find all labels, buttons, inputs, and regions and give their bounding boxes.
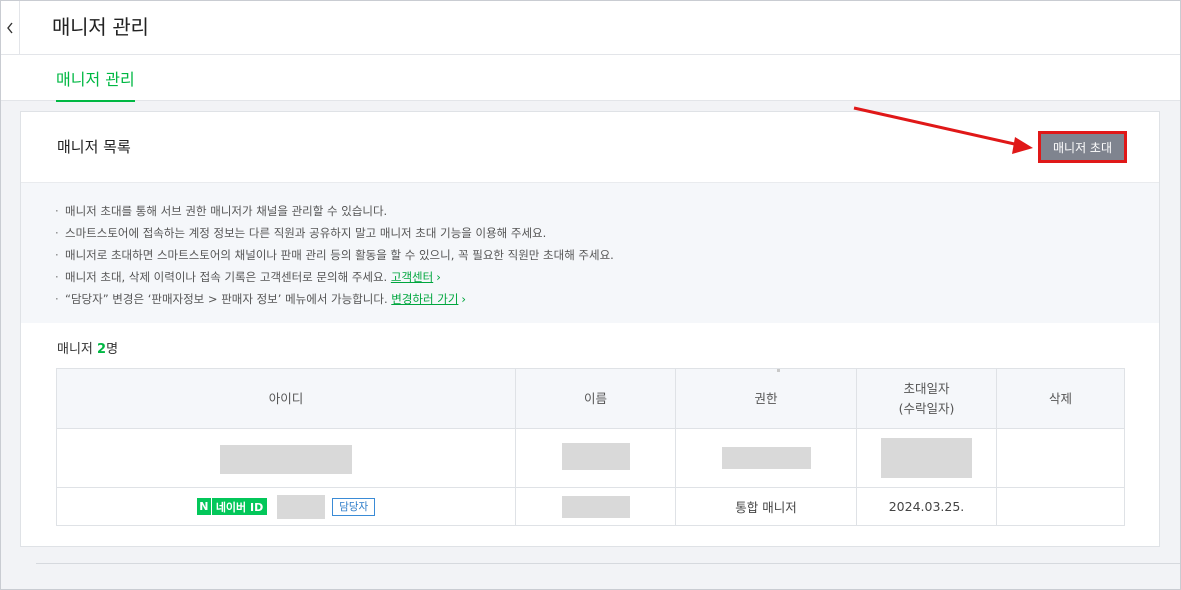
cell-name	[515, 487, 676, 526]
notice-item: · 매니저 초대, 삭제 이력이나 접속 기록은 고객센터로 문의해 주세요. 고…	[55, 266, 1159, 288]
column-header-date: 초대일자 (수락일자)	[856, 368, 997, 429]
notice-text: 매니저 초대, 삭제 이력이나 접속 기록은 고객센터로 문의해 주세요.	[65, 270, 391, 284]
bullet-icon: ·	[55, 248, 59, 262]
chevron-right-icon: ›	[436, 270, 441, 284]
notice-box: · 매니저 초대를 통해 서브 권한 매니저가 채널을 관리할 수 있습니다. ·…	[21, 183, 1159, 323]
table-row: N 네이버 ID 담당자 통합 매니저 2024.03.25.	[56, 487, 1125, 526]
tab-bar: 매니저 관리	[1, 55, 1180, 102]
cell-id: N 네이버 ID 담당자	[56, 487, 516, 526]
cell-delete	[996, 487, 1125, 526]
bullet-icon: ·	[55, 226, 59, 240]
decorative-dot	[777, 369, 780, 372]
cell-role: 통합 매니저	[675, 487, 857, 526]
redacted-block	[881, 438, 972, 478]
redacted-block	[220, 444, 352, 474]
notice-text: 매니저 초대를 통해 서브 권한 매니저가 채널을 관리할 수 있습니다.	[65, 204, 388, 218]
page-title: 매니저 관리	[52, 15, 149, 39]
column-header-delete: 삭제	[996, 368, 1125, 429]
card-title: 매니저 목록	[57, 138, 131, 156]
cell-role	[675, 428, 857, 488]
back-button[interactable]	[1, 1, 20, 55]
chevron-left-icon	[7, 22, 13, 34]
cell-id	[56, 428, 516, 488]
chevron-right-icon: ›	[461, 292, 467, 306]
notice-text: “담당자” 변경은 ‘판매자정보 > 판매자 정보’ 메뉴에서 가능합니다.	[65, 292, 392, 306]
bullet-icon: ·	[55, 204, 59, 218]
card-header: 매니저 목록 매니저 초대	[21, 112, 1159, 183]
column-header-name: 이름	[515, 368, 676, 429]
contact-person-tag: 담당자	[332, 497, 376, 516]
cell-name	[515, 428, 676, 488]
redacted-block	[561, 442, 630, 470]
tab-manager-management[interactable]: 매니저 관리	[56, 66, 135, 102]
notice-text: 스마트스토어에 접속하는 계정 정보는 다른 직원과 공유하지 말고 매니저 초…	[65, 226, 547, 240]
naver-id-badge: N 네이버 ID	[196, 498, 268, 515]
cell-date: 2024.03.25.	[856, 487, 997, 526]
bullet-icon: ·	[55, 292, 59, 306]
invite-manager-button[interactable]: 매니저 초대	[1038, 131, 1127, 163]
notice-item: · 매니저 초대를 통해 서브 권한 매니저가 채널을 관리할 수 있습니다.	[55, 200, 1159, 222]
cell-delete	[996, 428, 1125, 488]
notice-text: 매니저로 초대하면 스마트스토어의 채널이나 판매 관리 등의 활동을 할 수 …	[65, 248, 614, 262]
redacted-block	[721, 447, 811, 469]
manager-count: 매니저 2명	[57, 342, 119, 357]
change-contact-link[interactable]: 변경하러 가기	[391, 292, 458, 306]
redacted-block	[277, 494, 326, 519]
page-header: 매니저 관리	[1, 1, 1180, 55]
bottom-divider	[36, 563, 1180, 564]
table-header-row: 아이디 이름 권한 초대일자 (수락일자) 삭제	[56, 368, 1125, 429]
table-row	[56, 428, 1125, 488]
naver-logo-icon: N	[197, 498, 212, 515]
notice-item: · “담당자” 변경은 ‘판매자정보 > 판매자 정보’ 메뉴에서 가능합니다. …	[55, 288, 1159, 310]
notice-item: · 스마트스토어에 접속하는 계정 정보는 다른 직원과 공유하지 말고 매니저 …	[55, 222, 1159, 244]
manager-count-value: 2	[97, 342, 107, 357]
manager-table: 아이디 이름 권한 초대일자 (수락일자) 삭제 N 네이버 ID 담당자 통합…	[56, 368, 1125, 526]
column-header-id: 아이디	[56, 368, 516, 429]
notice-item: · 매니저로 초대하면 스마트스토어의 채널이나 판매 관리 등의 활동을 할 수…	[55, 244, 1159, 266]
app-frame: 매니저 관리 매니저 관리 매니저 목록 매니저 초대 · 매니저 초대를 통해 …	[0, 0, 1181, 590]
manager-list-card: 매니저 목록 매니저 초대 · 매니저 초대를 통해 서브 권한 매니저가 채널을…	[20, 111, 1160, 547]
redacted-block	[561, 495, 630, 518]
column-header-role: 권한	[675, 368, 857, 429]
cell-date	[856, 428, 997, 488]
bullet-icon: ·	[55, 270, 59, 284]
customer-center-link[interactable]: 고객센터	[391, 270, 433, 284]
